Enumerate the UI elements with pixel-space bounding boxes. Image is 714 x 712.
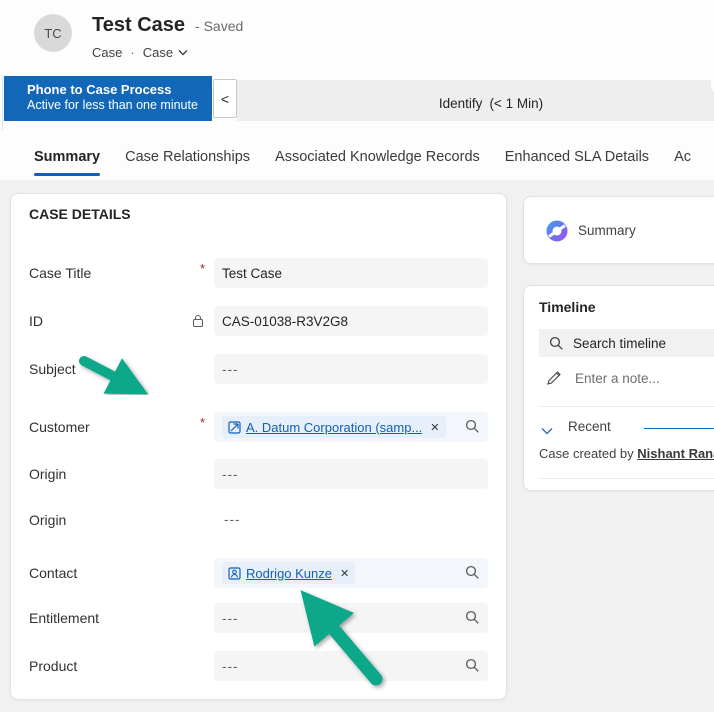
field-label: Contact bbox=[29, 565, 78, 581]
form-tabs: Summary Case Relationships Associated Kn… bbox=[0, 130, 714, 180]
customer-lookup-pill: A. Datum Corporation (samp... ✕ bbox=[222, 416, 446, 438]
field-row-customer: Customer * A. Datum Corporation (samp...… bbox=[11, 412, 508, 442]
customer-search-icon[interactable] bbox=[465, 419, 480, 437]
case-title-input[interactable]: Test Case bbox=[214, 258, 488, 288]
section-title: CASE DETAILS bbox=[29, 206, 131, 222]
field-label: Entitlement bbox=[29, 610, 100, 626]
lock-icon bbox=[192, 314, 204, 333]
summary-card-label: Summary bbox=[578, 223, 636, 238]
timeline-search-input[interactable]: Search timeline bbox=[539, 329, 714, 357]
field-label: Origin bbox=[29, 512, 67, 528]
process-name: Phone to Case Process bbox=[27, 82, 172, 97]
field-row-product: Product --- bbox=[11, 651, 508, 681]
origin-input[interactable]: --- bbox=[214, 459, 488, 489]
form-name: Case bbox=[142, 45, 174, 60]
avatar-initials: TC bbox=[44, 25, 62, 41]
account-icon bbox=[228, 420, 241, 434]
entity-label: Case bbox=[92, 45, 123, 60]
timeline-entry-divider bbox=[539, 478, 714, 479]
entitlement-lookup-input[interactable]: --- bbox=[214, 603, 488, 633]
record-header: TC Test Case - Saved Case · Case bbox=[0, 0, 714, 76]
tab-associated-knowledge-records[interactable]: Associated Knowledge Records bbox=[275, 138, 480, 176]
entitlement-search-icon[interactable] bbox=[465, 610, 480, 628]
pencil-icon bbox=[547, 371, 561, 385]
process-stage-identify[interactable]: Identify (< 1 Min) bbox=[237, 80, 714, 121]
field-row-case-title: Case Title * Test Case bbox=[11, 258, 508, 288]
field-row-subject: Subject --- bbox=[11, 354, 508, 384]
collapse-recent-icon[interactable] bbox=[541, 422, 553, 440]
contact-search-icon[interactable] bbox=[465, 565, 480, 583]
chevron-down-icon bbox=[178, 50, 188, 56]
recent-group-rule bbox=[644, 428, 714, 429]
product-search-icon[interactable] bbox=[465, 658, 480, 676]
timeline-note-input[interactable]: Enter a note... bbox=[546, 370, 660, 386]
field-row-entitlement: Entitlement --- bbox=[11, 603, 508, 633]
subject-input[interactable]: --- bbox=[214, 354, 488, 384]
field-label: Product bbox=[29, 658, 78, 674]
timeline-note-placeholder: Enter a note... bbox=[575, 370, 660, 386]
created-by-user-link[interactable]: Nishant Rana bbox=[637, 446, 714, 461]
tab-additional-truncated[interactable]: Ac bbox=[674, 138, 691, 176]
timeline-card: Timeline Search timeline Enter a note...… bbox=[523, 285, 714, 491]
case-details-card: CASE DETAILS Case Title * Test Case ID C… bbox=[10, 193, 507, 700]
form-selector[interactable]: Case bbox=[143, 45, 188, 60]
timeline-divider bbox=[539, 406, 714, 407]
app-screen: TC Test Case - Saved Case · Case Phone t… bbox=[0, 0, 714, 712]
search-icon bbox=[549, 336, 563, 350]
contact-lookup-input[interactable]: Rodrigo Kunze ✕ bbox=[214, 558, 488, 588]
timeline-search-placeholder: Search timeline bbox=[573, 335, 667, 351]
copilot-icon bbox=[546, 220, 568, 247]
contact-icon bbox=[228, 566, 241, 580]
field-label: Customer bbox=[29, 419, 90, 435]
required-marker: * bbox=[200, 261, 206, 276]
timeline-recent-group: Recent bbox=[541, 419, 714, 435]
save-status: - Saved bbox=[195, 18, 244, 34]
field-row-id: ID CAS-01038-R3V2G8 bbox=[11, 306, 508, 336]
customer-lookup-input[interactable]: A. Datum Corporation (samp... ✕ bbox=[214, 412, 488, 442]
tab-case-relationships[interactable]: Case Relationships bbox=[125, 138, 250, 176]
stage-label: Identify (< 1 Min) bbox=[381, 96, 601, 111]
tab-enhanced-sla-details[interactable]: Enhanced SLA Details bbox=[505, 138, 649, 176]
product-lookup-input[interactable]: --- bbox=[214, 651, 488, 681]
tab-summary[interactable]: Summary bbox=[34, 138, 101, 176]
form-body: CASE DETAILS Case Title * Test Case ID C… bbox=[0, 180, 714, 712]
process-header[interactable]: Phone to Case Process Active for less th… bbox=[4, 76, 212, 121]
field-label: Case Title bbox=[29, 265, 92, 281]
process-active-duration: Active for less than one minute bbox=[27, 98, 198, 112]
field-label: Subject bbox=[29, 361, 76, 377]
stage-duration: (< 1 Min) bbox=[489, 96, 544, 111]
field-row-origin: Origin --- bbox=[11, 459, 508, 489]
field-label: ID bbox=[29, 313, 43, 329]
timeline-title: Timeline bbox=[539, 299, 596, 315]
field-row-contact: Contact Rodrigo Kunze ✕ bbox=[11, 558, 508, 588]
page-title: Test Case bbox=[92, 14, 186, 36]
customer-lookup-link[interactable]: A. Datum Corporation (samp... bbox=[246, 420, 422, 435]
stage-name: Identify bbox=[438, 96, 483, 111]
field-label: Origin bbox=[29, 466, 67, 482]
breadcrumb: Case · Case bbox=[92, 45, 188, 60]
origin-readonly-value: --- bbox=[224, 512, 241, 527]
copilot-summary-card[interactable]: Summary bbox=[523, 196, 714, 264]
contact-lookup-pill: Rodrigo Kunze ✕ bbox=[222, 562, 356, 584]
required-marker: * bbox=[200, 415, 206, 430]
contact-lookup-link[interactable]: Rodrigo Kunze bbox=[246, 566, 332, 581]
id-input[interactable]: CAS-01038-R3V2G8 bbox=[214, 306, 488, 336]
process-collapse-button[interactable]: < bbox=[213, 79, 237, 118]
record-avatar: TC bbox=[34, 14, 72, 52]
field-row-origin-readonly: Origin --- bbox=[11, 505, 508, 535]
remove-contact-icon[interactable]: ✕ bbox=[340, 567, 349, 580]
remove-customer-icon[interactable]: ✕ bbox=[430, 421, 439, 434]
timeline-entry-case-created: Case created by Nishant Rana bbox=[539, 446, 714, 461]
recent-group-label[interactable]: Recent bbox=[568, 419, 611, 434]
breadcrumb-separator: · bbox=[130, 45, 135, 60]
business-process-flow: Phone to Case Process Active for less th… bbox=[0, 76, 714, 121]
